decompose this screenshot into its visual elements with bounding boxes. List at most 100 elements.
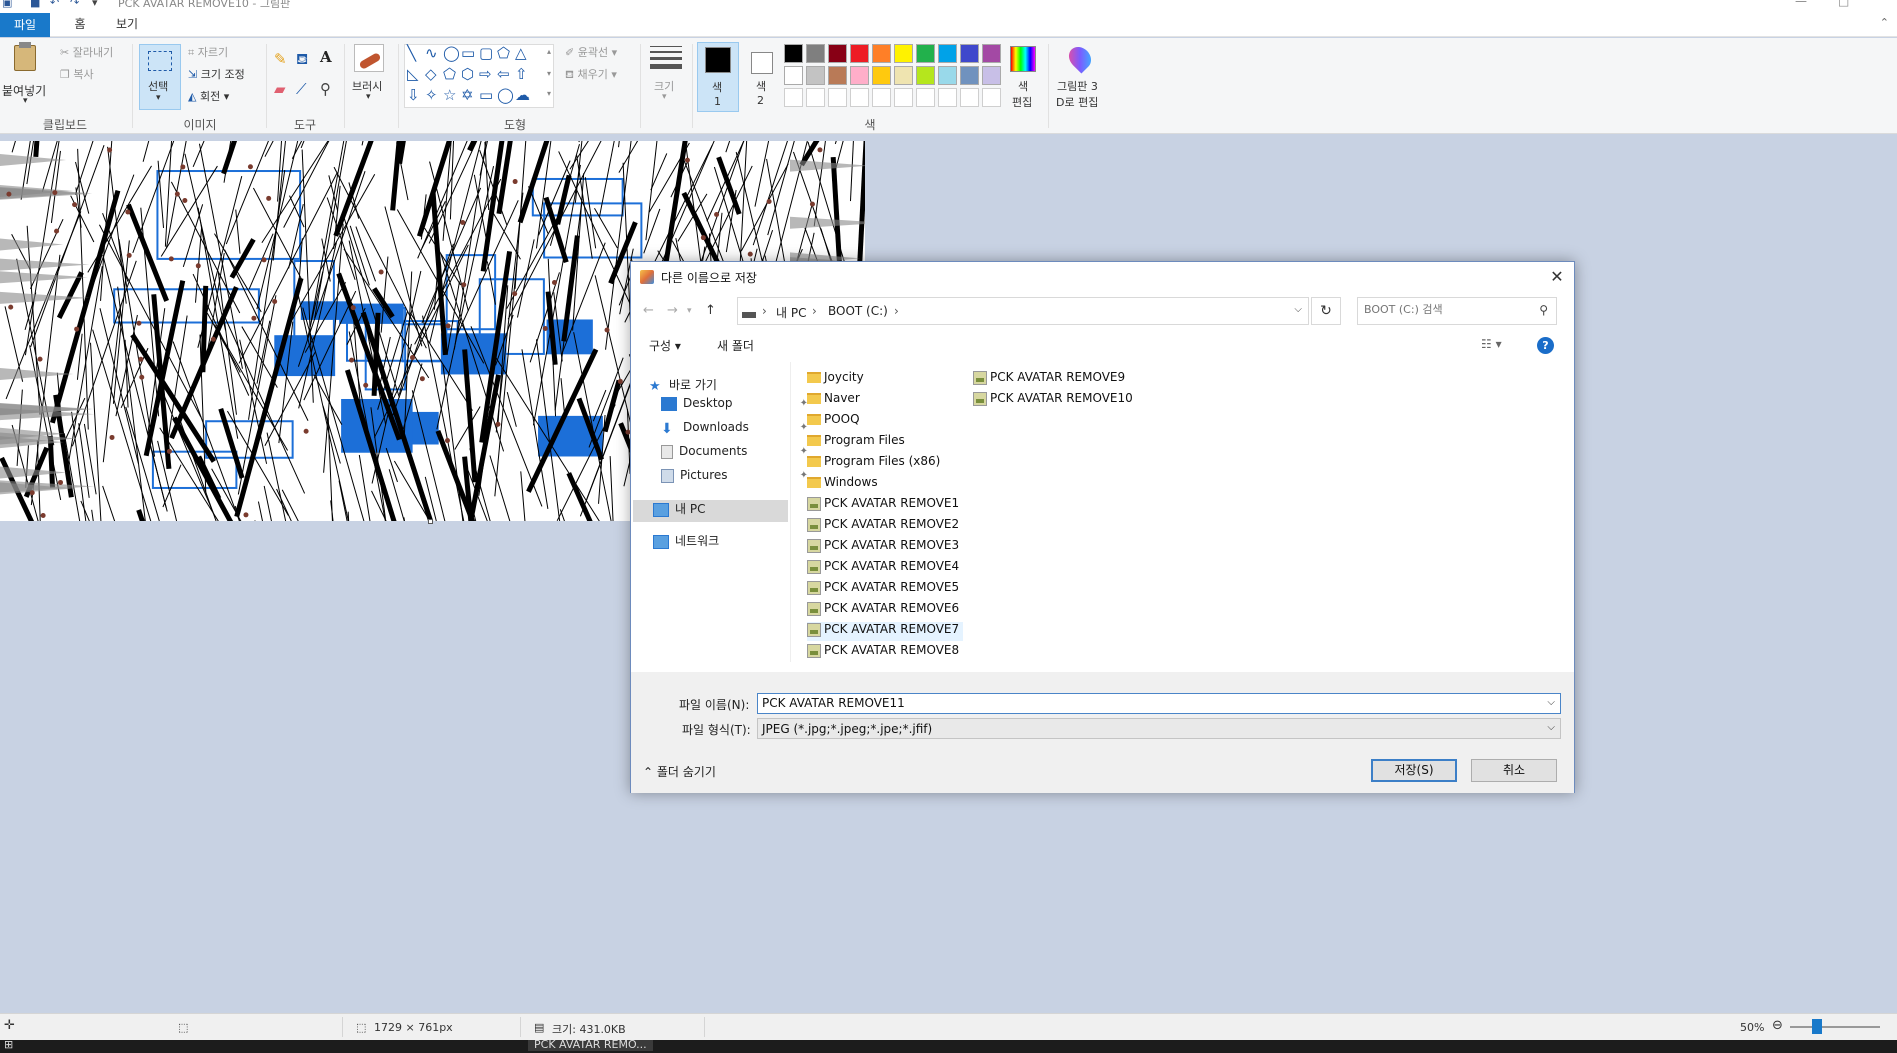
size-button[interactable]: 크기 ▾: [646, 42, 686, 110]
down-arrow-shape-icon[interactable]: ⇩: [407, 88, 420, 103]
recent-locations-icon[interactable]: ▾: [687, 306, 692, 316]
hide-folders-button[interactable]: ⌃ 폴더 숨기기: [643, 763, 716, 780]
nav-pictures[interactable]: Pictures ✦: [661, 468, 816, 490]
folder-item[interactable]: POOQ: [807, 412, 864, 431]
folder-item[interactable]: Joycity: [807, 370, 868, 389]
palette-swatch[interactable]: [894, 44, 913, 63]
cloud-callout-icon[interactable]: ☁: [515, 88, 530, 103]
color-picker-icon[interactable]: ⟋: [296, 82, 307, 97]
palette-swatch-empty[interactable]: [938, 88, 957, 107]
save-icon[interactable]: ■: [30, 0, 40, 9]
edit-colors-button[interactable]: 색 편집: [1004, 42, 1042, 112]
palette-swatch-empty[interactable]: [850, 88, 869, 107]
palette-swatch[interactable]: [784, 66, 803, 85]
select-dropdown-icon[interactable]: ▾: [156, 93, 161, 103]
nav-documents[interactable]: Documents ✦: [661, 444, 816, 466]
line-shape-icon[interactable]: ╲: [407, 46, 416, 61]
palette-swatch[interactable]: [960, 66, 979, 85]
four-point-star-icon[interactable]: ✧: [425, 88, 438, 103]
palette-swatch[interactable]: [850, 66, 869, 85]
palette-swatch[interactable]: [894, 66, 913, 85]
fill-bucket-icon[interactable]: ⛾: [296, 52, 308, 67]
up-arrow-icon[interactable]: ↑: [705, 303, 716, 318]
cut-button[interactable]: ✂ 잘라내기: [60, 44, 113, 60]
copy-button[interactable]: ❐ 복사: [60, 66, 94, 82]
palette-swatch[interactable]: [850, 44, 869, 63]
palette-swatch[interactable]: [806, 44, 825, 63]
palette-swatch[interactable]: [982, 44, 1001, 63]
paste-button[interactable]: 붙여넣기 ▾: [2, 42, 48, 112]
filename-input[interactable]: [762, 696, 1522, 710]
ribbon-collapse-icon[interactable]: ⌃: [1880, 16, 1889, 29]
hexagon-shape-icon[interactable]: ⬡: [461, 67, 474, 82]
new-folder-button[interactable]: 새 폴더: [717, 337, 754, 354]
close-icon[interactable]: ✕: [1546, 266, 1568, 288]
palette-swatch-empty[interactable]: [784, 88, 803, 107]
palette-swatch[interactable]: [806, 66, 825, 85]
palette-swatch[interactable]: [960, 44, 979, 63]
diamond-shape-icon[interactable]: ◇: [425, 67, 437, 82]
nav-downloads[interactable]: ⬇ Downloads ✦: [661, 420, 816, 442]
refresh-icon[interactable]: ↻: [1311, 297, 1341, 325]
outline-button[interactable]: ✐ 윤곽선 ▾: [565, 44, 617, 60]
palette-swatch[interactable]: [828, 66, 847, 85]
magnifier-icon[interactable]: ⚲: [320, 82, 331, 97]
chevron-down-icon[interactable]: ⌵: [1547, 697, 1555, 708]
zoom-out-icon[interactable]: ⊖: [1772, 1018, 1783, 1033]
paint3d-button[interactable]: 그림판 3 D로 편집: [1052, 42, 1108, 112]
eraser-icon[interactable]: ▰: [274, 82, 286, 97]
nav-this-pc[interactable]: 내 PC: [633, 500, 788, 522]
save-button[interactable]: 저장(S): [1371, 759, 1457, 782]
file-item[interactable]: PCK AVATAR REMOVE7: [807, 622, 964, 641]
resize-button[interactable]: ⇲ 크기 조정: [188, 66, 245, 82]
paste-dropdown-icon[interactable]: ▾: [23, 96, 28, 106]
palette-swatch[interactable]: [784, 44, 803, 63]
brushes-dropdown-icon[interactable]: ▾: [366, 92, 371, 102]
rounded-rect-shape-icon[interactable]: ▢: [479, 46, 493, 61]
back-arrow-icon[interactable]: ←: [643, 303, 654, 318]
breadcrumb-separator[interactable]: ›: [894, 304, 899, 318]
customize-toolbar-icon[interactable]: ▾: [92, 0, 98, 9]
nav-quick-access[interactable]: ★ 바로 가기: [649, 376, 804, 398]
size-dropdown-icon[interactable]: ▾: [662, 92, 667, 102]
up-arrow-shape-icon[interactable]: ⇧: [515, 67, 528, 82]
tab-home[interactable]: 홈: [62, 12, 98, 36]
cancel-button[interactable]: 취소: [1471, 759, 1557, 782]
rect-callout-icon[interactable]: ▭: [479, 88, 493, 103]
search-box[interactable]: ⚲: [1357, 297, 1557, 325]
palette-swatch-empty[interactable]: [872, 88, 891, 107]
organize-button[interactable]: 구성 ▾: [649, 337, 681, 354]
folder-item[interactable]: Program Files: [807, 433, 909, 452]
file-item[interactable]: PCK AVATAR REMOVE9: [973, 370, 1129, 389]
palette-swatch[interactable]: [872, 66, 891, 85]
nav-desktop[interactable]: Desktop ✦: [661, 396, 816, 418]
palette-swatch[interactable]: [828, 44, 847, 63]
select-button[interactable]: 선택 ▾: [139, 44, 181, 110]
curve-shape-icon[interactable]: ∿: [425, 46, 438, 61]
breadcrumb-separator[interactable]: ›: [812, 304, 817, 318]
shapes-gallery[interactable]: ╲ ∿ ◯ ▭ ▢ ⬠ △ ◺ ◇ ⬠ ⬡ ⇨ ⇦ ⇧ ⇩ ✧ ☆ ✡ ▭ ◯ …: [404, 44, 554, 108]
palette-swatch[interactable]: [938, 66, 957, 85]
start-icon[interactable]: ⊞: [4, 1040, 13, 1051]
undo-icon[interactable]: ↶: [50, 0, 59, 9]
right-arrow-shape-icon[interactable]: ⇨: [479, 67, 492, 82]
six-point-star-icon[interactable]: ✡: [461, 88, 474, 103]
dialog-title-bar[interactable]: 다른 이름으로 저장 ✕: [631, 262, 1574, 292]
palette-swatch-empty[interactable]: [828, 88, 847, 107]
triangle-shape-icon[interactable]: △: [515, 46, 527, 61]
shapes-scroll-down-icon[interactable]: ▾: [547, 69, 551, 78]
redo-icon[interactable]: ↷: [70, 0, 79, 9]
oval-shape-icon[interactable]: ◯: [443, 46, 460, 61]
palette-swatch-empty[interactable]: [916, 88, 935, 107]
search-input[interactable]: [1364, 303, 1524, 316]
zoom-slider-thumb[interactable]: [1812, 1019, 1822, 1034]
minimize-icon[interactable]: —: [1795, 0, 1807, 8]
color2-button[interactable]: 색 2: [742, 42, 782, 112]
palette-swatch[interactable]: [872, 44, 891, 63]
shapes-more-icon[interactable]: ▾: [547, 89, 551, 98]
folder-item[interactable]: Naver: [807, 391, 864, 410]
palette-swatch-empty[interactable]: [806, 88, 825, 107]
filetype-select[interactable]: JPEG (*.jpg;*.jpeg;*.jpe;*.jfif) ⌵: [757, 718, 1561, 739]
text-tool-icon[interactable]: A: [320, 50, 332, 65]
filename-field[interactable]: ⌵: [757, 693, 1561, 714]
